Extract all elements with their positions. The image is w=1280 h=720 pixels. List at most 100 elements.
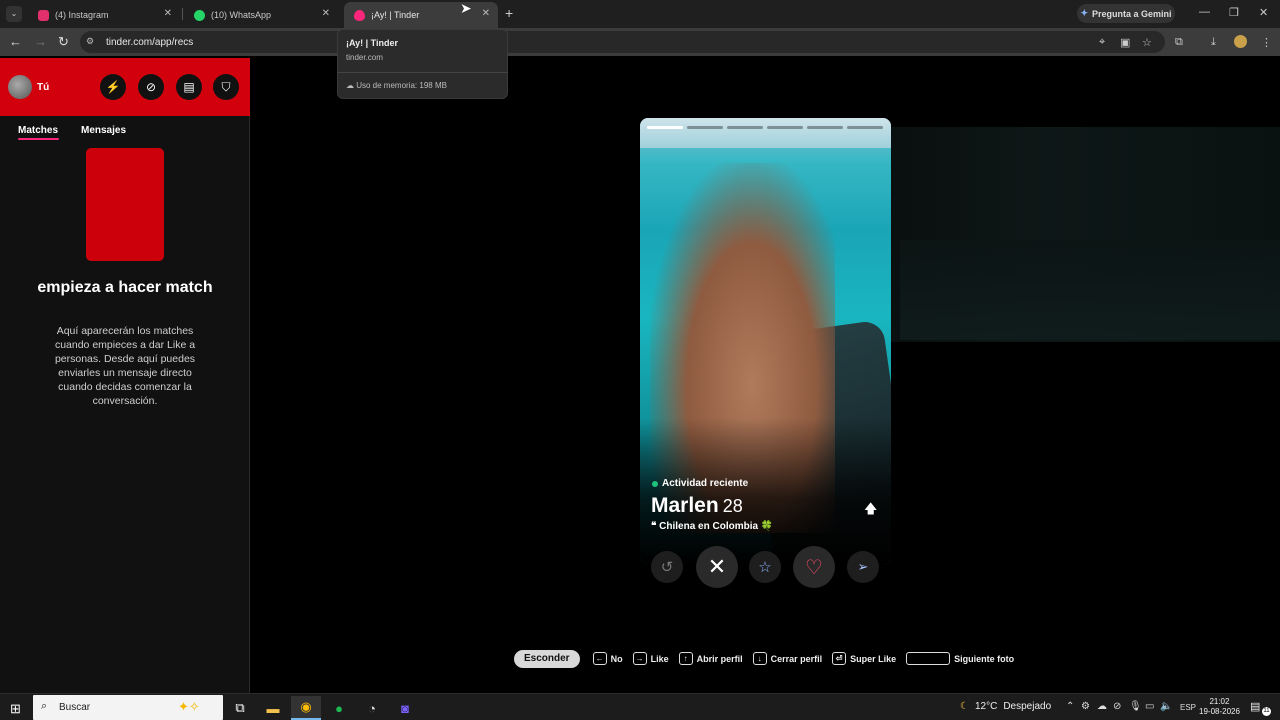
sparkle-icon: ✦	[1080, 8, 1088, 18]
match-placeholder-card	[86, 148, 164, 261]
open-profile-arrow-icon[interactable]: 🡅	[864, 500, 877, 522]
task-view-icon[interactable]: ⧉	[225, 696, 255, 720]
clock[interactable]: 21:02 19-08-2026	[1199, 697, 1240, 717]
notification-badge: 11	[1262, 707, 1271, 716]
activity-label: Actividad reciente	[662, 478, 749, 489]
weather-widget[interactable]: ☾ 12°C Despejado	[960, 701, 1051, 712]
taskbar-search-box[interactable]: ⌕ Buscar ✦✧	[33, 695, 223, 720]
memory-icon: ☁	[346, 81, 354, 90]
explore-button[interactable]: ⊘	[138, 74, 164, 100]
discord-icon[interactable]: ◙	[390, 696, 420, 720]
notification-icon[interactable]: ▤	[1250, 700, 1260, 713]
close-tab-icon[interactable]: ✕	[164, 8, 172, 19]
profile-avatar[interactable]	[1234, 35, 1247, 48]
tab-search-button[interactable]: ⌄	[6, 6, 22, 22]
like-button[interactable]: ♡	[793, 546, 835, 588]
bookmark-star-icon[interactable]: ☆	[1142, 36, 1152, 49]
divider	[338, 72, 508, 73]
tab-instagram[interactable]: (4) Instagram ✕	[28, 2, 180, 28]
super-like-button[interactable]: ☆	[749, 551, 781, 583]
tab-messages[interactable]: Mensajes	[81, 125, 126, 136]
weather-desc: Despejado	[1003, 701, 1052, 712]
compass-icon: ⊘	[145, 80, 157, 94]
restore-button[interactable]: ❐	[1229, 6, 1239, 19]
minimize-button[interactable]: —	[1199, 6, 1210, 18]
address-bar[interactable]: ⚙	[80, 31, 1165, 53]
hint-label: Super Like	[850, 653, 897, 664]
file-explorer-icon[interactable]: ▬	[258, 696, 288, 720]
close-tab-icon[interactable]: ✕	[482, 8, 490, 19]
empty-state-title: empieza a hacer match	[37, 279, 213, 296]
windows-start-icon[interactable]: ⊞	[10, 701, 21, 717]
keyboard-hints: Esconder ← No → Like ↑ Abrir perfil ↓ Ce…	[514, 649, 1024, 668]
network-icon[interactable]: ▭	[1145, 701, 1154, 712]
chevron-up-icon[interactable]: ⌃	[1066, 701, 1074, 712]
photo-indicator-segment[interactable]	[807, 126, 843, 129]
new-tab-button[interactable]: +	[505, 5, 513, 21]
tab-title: ¡Ay! | Tinder	[371, 10, 420, 20]
chrome-icon[interactable]: ◉	[291, 696, 321, 720]
photo-indicator-segment[interactable]	[727, 126, 763, 129]
hint-open-profile: ↑ Abrir perfil	[678, 652, 743, 665]
hint-label: No	[610, 653, 623, 664]
cast-icon[interactable]: ▣	[1120, 36, 1130, 49]
network-off-icon[interactable]: ⊘	[1113, 701, 1121, 712]
rewind-button[interactable]: ↺	[651, 551, 683, 583]
profile-card[interactable]: Actividad reciente Marlen 28 ❝ Chilena en…	[640, 118, 891, 565]
browser-tab-strip: ⌄ (4) Instagram ✕ (10) WhatsApp ✕ ¡Ay! |…	[0, 0, 1280, 28]
url-text[interactable]: tinder.com/app/recs	[106, 37, 193, 48]
tab-matches[interactable]: Matches	[18, 125, 58, 136]
empty-state-description: Aquí aparecerán los matches cuando empie…	[54, 325, 196, 407]
safety-button[interactable]: ⛉	[213, 74, 239, 100]
app-icon[interactable]: ◔	[357, 696, 387, 720]
right-arrow-key-icon: →	[632, 652, 647, 665]
menu-icon[interactable]: ⋮	[1261, 36, 1272, 49]
boost-button[interactable]: ⚡	[100, 74, 126, 100]
hint-label: Cerrar perfil	[770, 653, 823, 664]
reload-button[interactable]: ↻	[58, 34, 69, 50]
hide-hints-button[interactable]: Esconder	[514, 649, 580, 668]
star-icon: ☆	[758, 559, 772, 576]
photo-indicator-segment[interactable]	[767, 126, 803, 129]
tab-tinder[interactable]: ¡Ay! | Tinder ✕	[344, 2, 498, 28]
volume-icon[interactable]: 🔈	[1160, 701, 1172, 712]
gemini-button[interactable]: ✦ Pregunta a Gemini	[1077, 4, 1175, 23]
heart-icon: ♡	[805, 556, 823, 579]
send-button[interactable]: ➢	[847, 551, 879, 583]
language-indicator[interactable]: ESP	[1180, 703, 1196, 712]
hint-next-photo: Siguiente foto	[906, 652, 1014, 665]
clock-time: 21:02	[1209, 697, 1230, 706]
site-info-icon[interactable]: ⚙	[86, 36, 94, 47]
hover-card-domain: tinder.com	[346, 53, 383, 62]
tray-app-icon[interactable]: ⚙	[1081, 701, 1090, 712]
close-tab-icon[interactable]: ✕	[322, 8, 330, 19]
download-icon[interactable]: ⤓	[1211, 36, 1216, 49]
hint-label: Siguiente foto	[954, 653, 1015, 664]
forward-button[interactable]: →	[34, 34, 47, 49]
work-mode-button[interactable]: ▤	[176, 74, 202, 100]
tab-whatsapp[interactable]: (10) WhatsApp ✕	[184, 2, 338, 28]
sidebar: Tú ⚡ ⊘ ▤ ⛉ Matches Mensajes empieza a ha…	[0, 58, 250, 694]
back-button[interactable]: ←	[9, 34, 22, 49]
photo-indicator-segment[interactable]	[647, 126, 683, 129]
instagram-icon	[38, 9, 49, 21]
microphone-icon[interactable]: 🎙	[1129, 701, 1142, 712]
hover-card-memory: ☁ Uso de memoria: 198 MB	[346, 81, 447, 90]
cloud-icon[interactable]: ☁	[1097, 701, 1107, 712]
weather-temp: 12°C	[974, 701, 998, 712]
tab-separator	[182, 8, 183, 20]
bolt-icon: ⚡	[105, 80, 121, 94]
profile-bio: ❝ Chilena en Colombia 🍀	[651, 521, 774, 532]
location-icon[interactable]: ⌖	[1099, 36, 1105, 49]
photo-indicator-segment[interactable]	[687, 126, 723, 129]
user-avatar[interactable]	[8, 75, 32, 99]
photo-sky	[640, 118, 891, 148]
tab-hover-card: ¡Ay! | Tinder tinder.com ☁ Uso de memori…	[337, 29, 508, 99]
active-tab-indicator	[18, 138, 59, 140]
photo-indicator-segment[interactable]	[847, 126, 883, 129]
close-window-button[interactable]: ✕	[1259, 6, 1268, 19]
extensions-icon[interactable]: ⧉	[1175, 36, 1183, 49]
spotify-icon[interactable]: ●	[324, 696, 354, 720]
user-label[interactable]: Tú	[37, 82, 49, 93]
nope-button[interactable]: ✕	[696, 546, 738, 588]
